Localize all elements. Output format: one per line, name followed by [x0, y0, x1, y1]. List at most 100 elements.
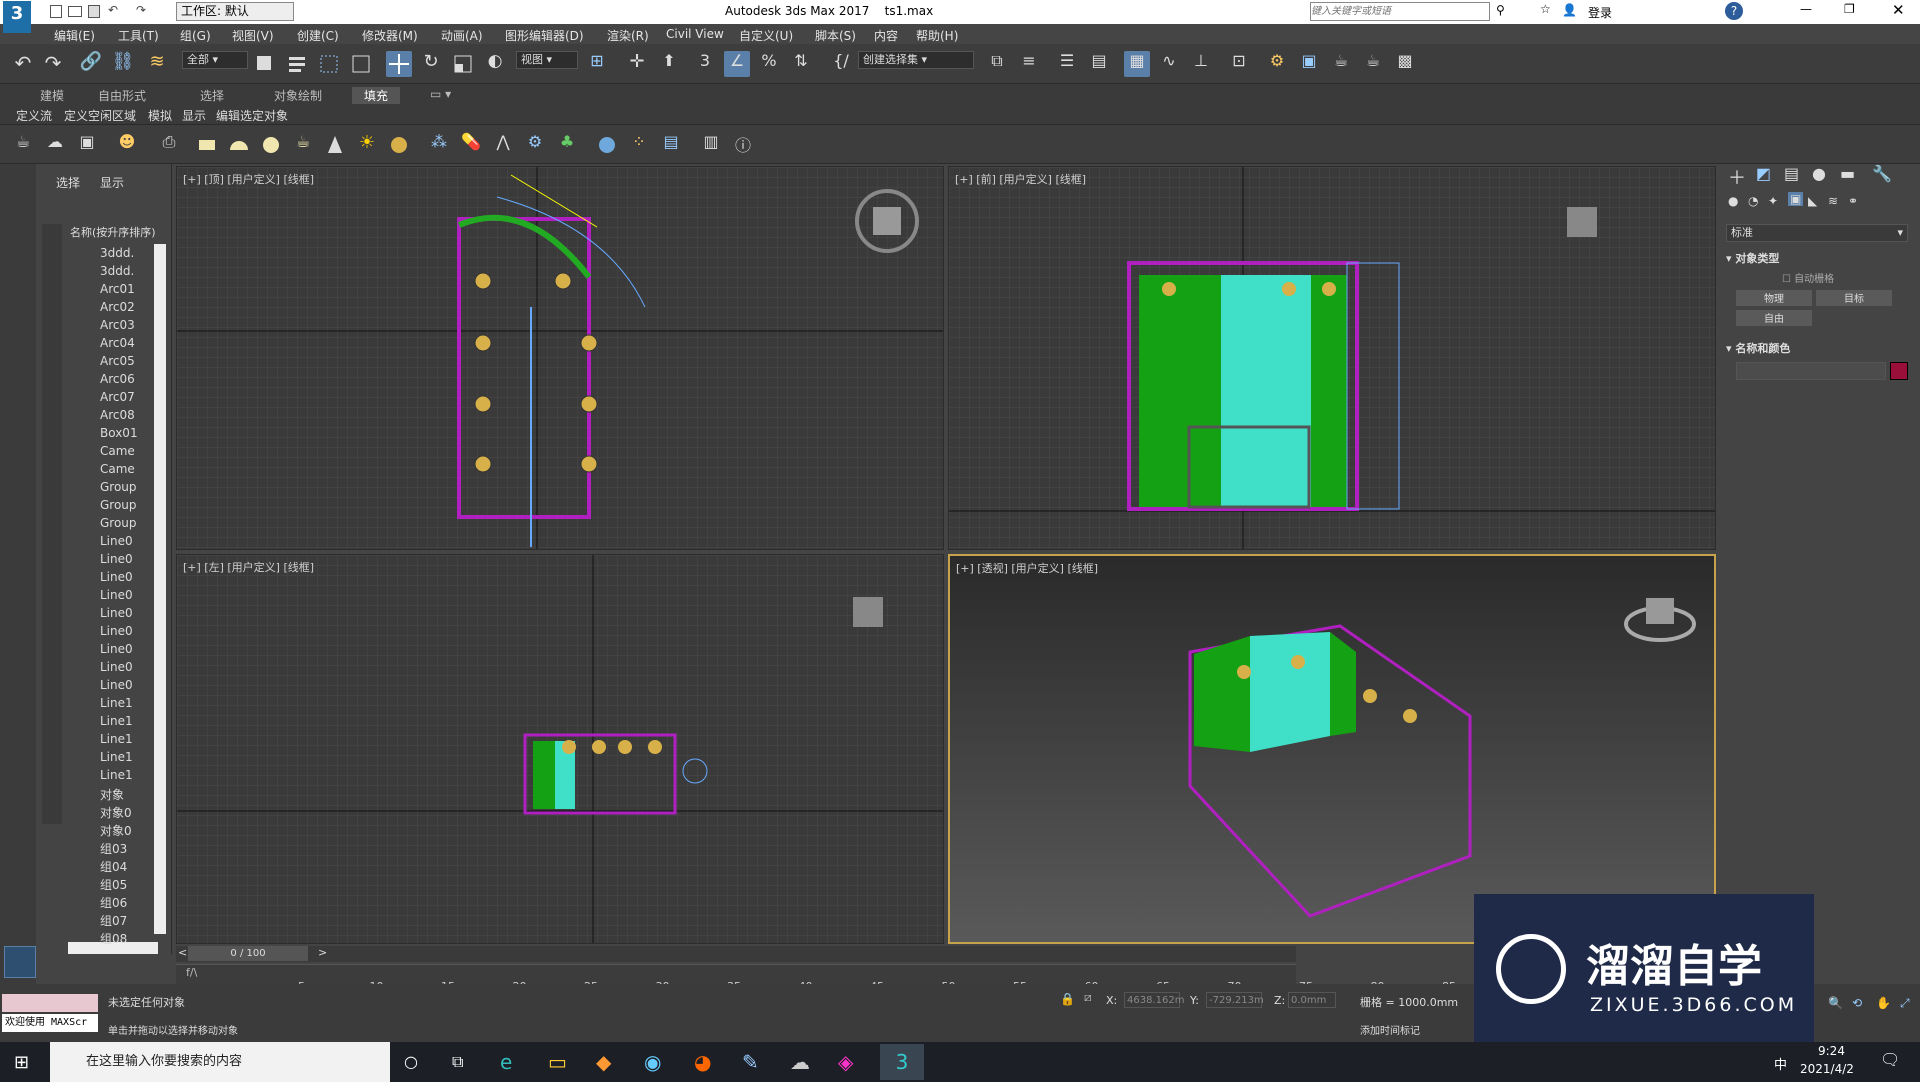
reference-coord-dropdown[interactable]: 视图 ▾ — [516, 51, 578, 69]
absolute-mode-icon[interactable]: ⧄ — [1084, 990, 1092, 1005]
time-slider[interactable]: < 0 / 100 > — [176, 946, 1296, 962]
material-sphere-icon[interactable] — [594, 132, 620, 158]
people-icon[interactable]: ☻ — [114, 132, 140, 158]
scene-list-item[interactable]: Line0 — [100, 552, 133, 566]
cone-icon[interactable] — [322, 132, 348, 158]
tripod-icon[interactable]: ⋀ — [490, 132, 516, 158]
notification-icon[interactable]: 🗨 — [1880, 1050, 1900, 1069]
rendered-frame-icon[interactable]: ▣ — [1296, 51, 1322, 77]
menu-create[interactable]: 创建(C) — [297, 27, 339, 44]
menu-rendering[interactable]: 渲染(R) — [607, 27, 649, 44]
viewport-front[interactable]: [+] [前] [用户定义] [线框] — [948, 166, 1716, 550]
teapot-primitive-icon[interactable]: ☕ — [290, 132, 316, 158]
utilities-tab-icon[interactable]: 🔧 — [1872, 164, 1892, 183]
object-name-field[interactable] — [1736, 362, 1886, 380]
menu-graph-editors[interactable]: 图形编辑器(D) — [505, 27, 584, 44]
viewport-front-label[interactable]: [+] [前] [用户定义] [线框] — [955, 171, 1086, 187]
z-coord-field[interactable]: 0.0mm — [1288, 992, 1336, 1008]
wheel-icon[interactable]: ⚙ — [522, 132, 548, 158]
motion-tab-icon[interactable]: ● — [1812, 164, 1826, 183]
3dsmax-taskbar-icon[interactable]: 3 — [880, 1044, 924, 1080]
redo-icon[interactable]: ↷ — [40, 51, 66, 77]
render-preview-icon[interactable]: ▤ — [658, 132, 684, 158]
scene-list-item[interactable]: Line0 — [100, 678, 133, 692]
quick-access-open-icon[interactable] — [68, 6, 82, 17]
dome-icon[interactable] — [226, 132, 252, 158]
orbit-icon[interactable]: ⟲ — [1852, 996, 1862, 1010]
sun-icon[interactable]: ☀ — [354, 132, 380, 158]
help-circle-icon[interactable]: ⓘ — [730, 132, 756, 158]
close-button[interactable]: ✕ — [1892, 1, 1905, 19]
clock-time[interactable]: 9:24 — [1818, 1044, 1845, 1058]
ribbon-edit-selected[interactable]: 编辑选定对象 — [216, 107, 288, 124]
scene-explorer-column-header[interactable]: 名称(按升序排序) — [70, 224, 156, 240]
scene-list-item[interactable]: Group — [100, 480, 137, 494]
scene-explorer-tab-display[interactable]: 显示 — [100, 174, 124, 191]
explorer-icon[interactable]: ▭ — [548, 1050, 567, 1074]
scene-list-item[interactable]: 对象 — [100, 786, 124, 803]
object-type-rollout-header[interactable]: ▾ 对象类型 — [1726, 250, 1779, 266]
ribbon-define-idle-areas[interactable]: 定义空闲区域 — [64, 107, 136, 124]
picture-icon[interactable]: ▣ — [74, 132, 100, 158]
ribbon-define-flows[interactable]: 定义流 — [16, 107, 52, 124]
quick-access-save-icon[interactable] — [88, 5, 100, 18]
time-slider-thumb[interactable]: 0 / 100 — [188, 946, 308, 961]
ribbon-simulate[interactable]: 模拟 — [148, 107, 172, 124]
lights-icon[interactable]: ✦ — [1768, 194, 1778, 208]
select-move-icon[interactable] — [386, 51, 412, 77]
clock-date[interactable]: 2021/4/2 — [1800, 1062, 1854, 1076]
menu-group[interactable]: 组(G) — [180, 27, 211, 44]
menu-scripting[interactable]: 脚本(S) — [815, 27, 856, 44]
scene-list-item[interactable]: Box01 — [100, 426, 138, 440]
taskbar-search[interactable]: 在这里输入你要搜索的内容 — [50, 1042, 390, 1082]
edit-named-selection-icon[interactable]: {/ — [828, 51, 854, 77]
named-selection-dropdown[interactable]: 创建选择集 ▾ — [858, 51, 974, 69]
scene-list-item[interactable]: Line1 — [100, 696, 133, 710]
mirror-icon[interactable]: ⧉ — [984, 51, 1010, 77]
name-color-rollout-header[interactable]: ▾ 名称和颜色 — [1726, 340, 1790, 356]
helpers-icon[interactable]: ◣ — [1808, 194, 1817, 208]
physical-camera-button[interactable]: 物理 — [1736, 290, 1812, 306]
scene-list-item[interactable]: Line0 — [100, 642, 133, 656]
maxscript-welcome[interactable]: 欢迎使用 MAXScr — [2, 1014, 98, 1032]
viewport-perspective[interactable]: [+] [透视] [用户定义] [线框] — [948, 554, 1716, 944]
time-slider-prev[interactable]: < — [178, 946, 187, 959]
menu-help[interactable]: 帮助(H) — [916, 27, 958, 44]
notepad-icon[interactable]: ✎ — [742, 1050, 759, 1074]
firefox-icon[interactable]: ◕ — [694, 1050, 711, 1074]
display-tab-icon[interactable]: ▬ — [1840, 164, 1855, 183]
category-dropdown[interactable]: 标准 ▾ — [1726, 224, 1908, 242]
menu-tools[interactable]: 工具(T) — [118, 27, 159, 44]
material-editor-icon[interactable]: ⊡ — [1226, 51, 1252, 77]
menu-customize[interactable]: 自定义(U) — [739, 27, 793, 44]
scene-explorer-tab-select[interactable]: 选择 — [56, 174, 80, 191]
scene-list-item[interactable]: 组03 — [100, 840, 127, 857]
scene-list-item[interactable]: Group — [100, 516, 137, 530]
menu-modifiers[interactable]: 修改器(M) — [362, 27, 418, 44]
tab-populate[interactable]: 填充 — [352, 87, 401, 104]
windows-start-icon[interactable]: ⊞ — [14, 1052, 29, 1073]
search-input[interactable] — [1310, 2, 1490, 21]
scene-list-item[interactable]: Arc05 — [100, 354, 135, 368]
scene-list-item[interactable]: Line1 — [100, 750, 133, 764]
select-scale-icon[interactable] — [450, 51, 476, 77]
help-icon[interactable]: ? — [1725, 2, 1743, 20]
viewport-top[interactable]: [+] [顶] [用户定义] [线框] — [176, 166, 944, 550]
add-time-tag[interactable]: 添加时间标记 — [1360, 1022, 1420, 1037]
select-manipulate-icon[interactable]: ✛ — [624, 51, 650, 77]
scene-list-item[interactable]: Line1 — [100, 732, 133, 746]
cameras-icon[interactable]: ▣ — [1788, 192, 1804, 206]
user-icon[interactable]: 👤 — [1562, 3, 1577, 17]
scene-list-item[interactable]: 3ddd. — [100, 264, 134, 278]
render-setup-icon[interactable]: ⚙ — [1264, 51, 1290, 77]
undo-icon[interactable]: ↶ — [108, 3, 118, 17]
scene-list-item[interactable]: Arc07 — [100, 390, 135, 404]
multi-material-icon[interactable]: ⁘ — [626, 132, 652, 158]
maximize-button[interactable]: ❐ — [1844, 2, 1855, 16]
percent-snap-icon[interactable]: % — [756, 51, 782, 77]
cloud-icon[interactable]: ☁ — [42, 132, 68, 158]
modify-tab-icon[interactable]: ◩ — [1756, 164, 1771, 183]
autogrid-checkbox[interactable]: ☐ 自动栅格 — [1782, 270, 1834, 285]
particles-icon[interactable]: ⁂ — [426, 132, 452, 158]
layer-explorer-icon[interactable]: ☰ — [1054, 51, 1080, 77]
